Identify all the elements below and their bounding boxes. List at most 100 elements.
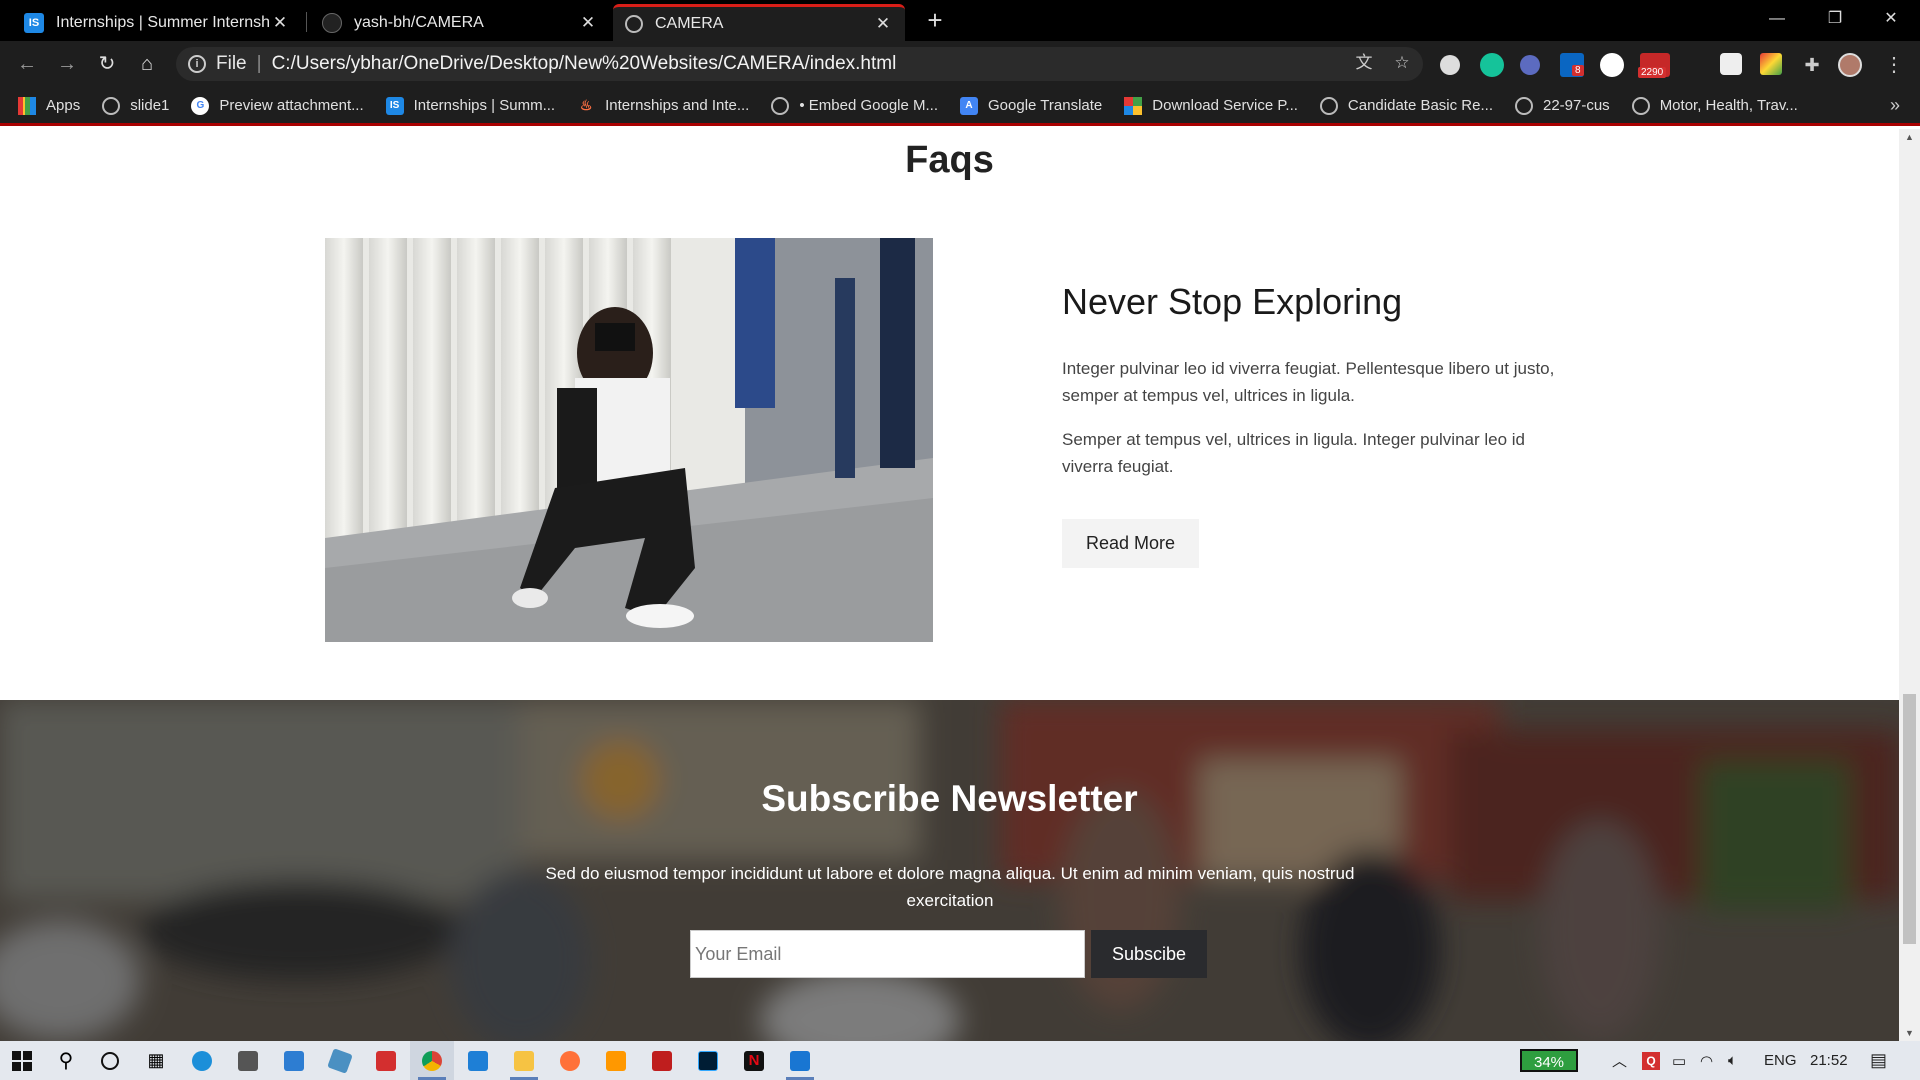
language-indicator[interactable]: ENG <box>1764 1041 1797 1080</box>
tray-overflow-icon[interactable]: ︿ <box>1612 1041 1627 1080</box>
bookmark-label: slide1 <box>130 97 170 114</box>
bookmarks-overflow-icon[interactable]: » <box>1890 95 1900 116</box>
bookmark-download-service[interactable]: Download Service P... <box>1124 96 1298 115</box>
minimize-icon[interactable]: — <box>1748 0 1806 41</box>
scroll-up-arrow-icon[interactable]: ▲ <box>1899 129 1920 145</box>
reload-icon[interactable]: ↻ <box>92 49 122 79</box>
search-icon[interactable]: ⚲ <box>44 1041 88 1080</box>
bookmark-internships[interactable]: IS Internships | Summ... <box>385 96 556 115</box>
page-scrollbar[interactable]: ▲ ▼ <box>1899 129 1920 1041</box>
read-more-button[interactable]: Read More <box>1062 519 1200 568</box>
sublime-icon[interactable] <box>594 1041 638 1080</box>
color-extension-icon[interactable] <box>1760 53 1782 75</box>
bookmark-label: 22-97-cus <box>1542 97 1610 114</box>
camera-extension-icon[interactable] <box>1720 53 1742 75</box>
app-blue-icon[interactable] <box>318 1041 362 1080</box>
flame-icon: ♨ <box>579 97 593 113</box>
netflix-icon[interactable]: N <box>732 1041 776 1080</box>
bookmark-embed-google-maps[interactable]: • Embed Google M... <box>771 96 938 115</box>
home-icon[interactable]: ⌂ <box>132 49 162 79</box>
profile-avatar[interactable] <box>1838 53 1862 77</box>
address-bar[interactable]: i File | C:/Users/ybhar/OneDrive/Desktop… <box>176 47 1423 81</box>
notifications-icon[interactable]: ▤ <box>1870 1041 1887 1080</box>
globe-icon <box>1631 96 1650 115</box>
bookmark-internships-and-inte[interactable]: ♨ Internships and Inte... <box>577 97 750 115</box>
subscribe-button[interactable]: Subscibe <box>1091 930 1207 978</box>
close-tab-icon[interactable]: ✕ <box>270 13 290 33</box>
scroll-down-arrow-icon[interactable]: ▼ <box>1899 1025 1920 1041</box>
bookmark-apps[interactable]: Apps <box>18 96 80 115</box>
battery-indicator[interactable]: 34% <box>1520 1049 1578 1072</box>
globe-icon <box>625 15 643 33</box>
restore-icon[interactable]: ❐ <box>1806 0 1864 41</box>
close-window-icon[interactable]: ✕ <box>1862 0 1920 41</box>
file-explorer-icon[interactable] <box>502 1041 546 1080</box>
bookmark-google-translate[interactable]: A Google Translate <box>960 96 1103 115</box>
newsletter-description: Sed do eiusmod tempor incididunt ut labo… <box>545 864 1355 910</box>
url-text[interactable]: C:/Users/ybhar/OneDrive/Desktop/New%20We… <box>272 53 897 75</box>
bookmark-label: Download Service P... <box>1152 97 1298 114</box>
feature-content: Never Stop Exploring Integer pulvinar le… <box>1062 281 1562 568</box>
vscode-icon[interactable] <box>456 1041 500 1080</box>
clock[interactable]: 21:52 <box>1810 1041 1848 1080</box>
close-tab-icon[interactable]: ✕ <box>578 13 598 33</box>
page-viewport: Faqs Never Stop Exploring Integer pulvin… <box>0 129 1899 1041</box>
bookmark-candidate-basic[interactable]: Candidate Basic Re... <box>1319 96 1493 115</box>
close-tab-icon[interactable]: ✕ <box>873 14 893 34</box>
quick-heal-icon[interactable]: Q <box>1642 1041 1660 1080</box>
newsletter-section: Subscribe Newsletter Sed do eiusmod temp… <box>0 700 1899 1041</box>
store-icon[interactable] <box>226 1041 270 1080</box>
browser-toolbar: ← → ↻ ⌂ i File | C:/Users/ybhar/OneDrive… <box>0 41 1920 88</box>
forward-icon[interactable]: → <box>52 49 82 79</box>
photoshop-icon[interactable] <box>686 1041 730 1080</box>
chrome-taskbar-icon[interactable] <box>410 1041 454 1080</box>
email-input[interactable] <box>690 930 1085 978</box>
tab-strip: IS Internships | Summer Internship ✕ yas… <box>0 0 1920 41</box>
photos-icon[interactable] <box>778 1041 822 1080</box>
task-view-icon[interactable]: ▦ <box>134 1041 178 1080</box>
globe-icon <box>1514 96 1533 115</box>
extension-glasses-icon[interactable] <box>1520 55 1540 75</box>
info-icon[interactable]: i <box>188 55 206 73</box>
firefox-icon[interactable] <box>548 1041 592 1080</box>
windows-start-icon[interactable] <box>0 1041 44 1080</box>
bookmark-slide1[interactable]: slide1 <box>102 96 170 115</box>
mail-badge: 2290 <box>1638 67 1667 78</box>
speed-dial-icon[interactable] <box>1600 53 1624 77</box>
bookmark-motor-health[interactable]: Motor, Health, Trav... <box>1631 96 1798 115</box>
bookmark-label: Preview attachment... <box>219 97 364 114</box>
bookmark-preview-attachment[interactable]: G Preview attachment... <box>191 96 364 115</box>
tab-github[interactable]: yash-bh/CAMERA ✕ <box>310 4 610 41</box>
scroll-thumb[interactable] <box>1903 694 1916 944</box>
wifi-icon[interactable]: ◠ <box>1700 1041 1713 1080</box>
linkedin-icon[interactable]: 8 <box>1560 53 1584 77</box>
windows-logo-icon <box>12 1050 32 1071</box>
extensions-puzzle-icon[interactable]: ✚ <box>1800 53 1824 77</box>
feature-heading: Never Stop Exploring <box>1062 281 1403 322</box>
tab-camera[interactable]: CAMERA ✕ <box>613 4 905 41</box>
bookmark-star-icon[interactable]: ☆ <box>1391 52 1413 74</box>
filezilla-icon[interactable] <box>640 1041 684 1080</box>
bookmark-label: Internships and Inte... <box>605 97 750 114</box>
feature-paragraph-2: Semper at tempus vel, ultrices in ligula… <box>1062 430 1526 476</box>
bookmarks-bar: Apps slide1 G Preview attachment... IS I… <box>0 88 1920 126</box>
new-tab-button[interactable]: + <box>920 6 950 36</box>
translate-icon[interactable]: 文 <box>1353 52 1375 74</box>
bookmark-label: Internships | Summ... <box>413 97 556 114</box>
bookmark-label: Google Translate <box>988 97 1103 114</box>
tab-internships[interactable]: IS Internships | Summer Internship ✕ <box>12 4 302 41</box>
menu-kebab-icon[interactable]: ⋮ <box>1882 53 1906 77</box>
bookmark-22-97-cus[interactable]: 22-97-cus <box>1514 96 1610 115</box>
tab-title: yash-bh/CAMERA <box>354 13 484 31</box>
cortana-icon[interactable] <box>88 1041 132 1080</box>
grammarly-icon[interactable] <box>1480 53 1504 77</box>
volume-icon[interactable]: 🔈︎ <box>1728 1041 1737 1080</box>
mail-icon[interactable]: 2290 <box>1638 53 1670 78</box>
downloader-icon[interactable] <box>364 1041 408 1080</box>
battery-icon[interactable]: ▭ <box>1672 1041 1686 1080</box>
photographer-image <box>325 238 933 642</box>
back-icon[interactable]: ← <box>12 49 42 79</box>
extension-circle-icon[interactable] <box>1440 55 1460 75</box>
mail-app-icon[interactable] <box>272 1041 316 1080</box>
edge-icon[interactable] <box>180 1041 224 1080</box>
